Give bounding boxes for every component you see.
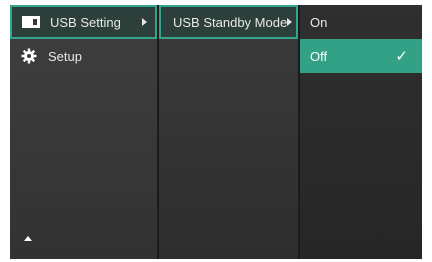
- chevron-right-icon: [142, 18, 147, 26]
- gear-icon: [20, 48, 38, 64]
- value-item-off[interactable]: Off ✓: [300, 39, 422, 73]
- scroll-up-icon[interactable]: [24, 236, 32, 241]
- main-item-label: USB Setting: [50, 14, 121, 30]
- value-column: On Off ✓: [300, 5, 422, 259]
- osd-menu: USB Setting Setup USB Standby Mode On Of…: [10, 5, 422, 259]
- usb-icon: [22, 14, 40, 30]
- submenu-item-usb-standby-mode[interactable]: USB Standby Mode: [159, 5, 298, 39]
- value-item-label: On: [310, 14, 328, 30]
- main-menu-column: USB Setting Setup: [10, 5, 159, 259]
- main-item-setup[interactable]: Setup: [10, 39, 157, 73]
- value-item-label: Off: [310, 48, 328, 64]
- chevron-right-icon: [287, 18, 293, 26]
- checkmark-icon: ✓: [395, 48, 408, 65]
- main-item-label: Setup: [48, 48, 82, 64]
- submenu-column: USB Standby Mode: [159, 5, 300, 259]
- submenu-item-label: USB Standby Mode: [173, 14, 288, 30]
- value-item-on[interactable]: On: [300, 5, 422, 39]
- main-item-usb-setting[interactable]: USB Setting: [10, 5, 157, 39]
